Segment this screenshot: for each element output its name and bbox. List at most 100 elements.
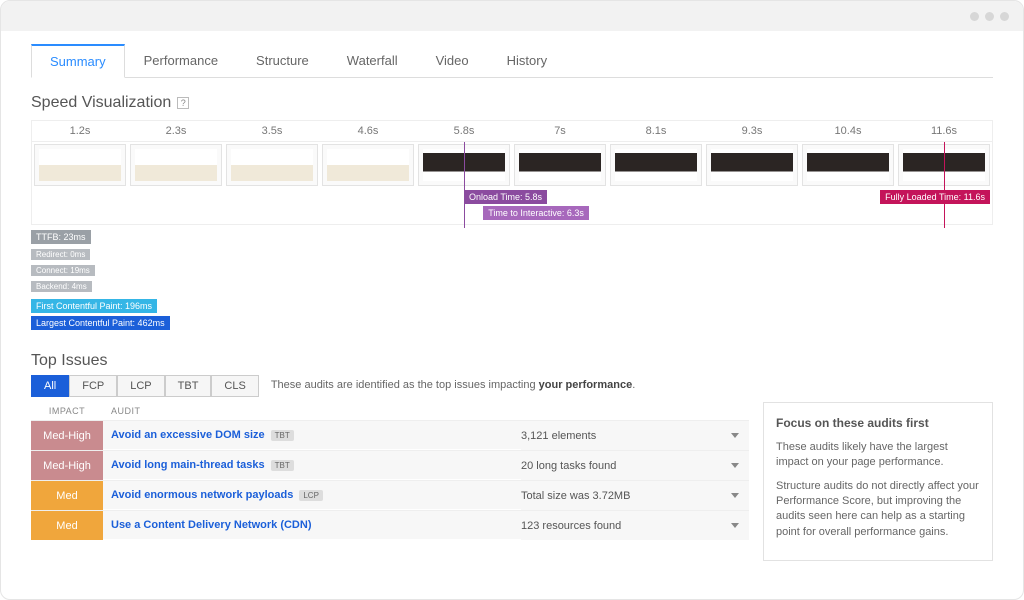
speed-timeline: 1.2s2.3s3.5s4.6s5.8s7s8.1s9.3s10.4s11.6s…	[31, 120, 993, 225]
time-label: 8.1s	[608, 121, 704, 142]
ttfb-badge: TTFB: 23ms	[31, 230, 91, 244]
time-label: 10.4s	[800, 121, 896, 142]
expand-toggle[interactable]	[721, 421, 749, 450]
window-dot	[970, 12, 979, 21]
audit-title: Avoid enormous network payloads	[111, 489, 293, 501]
expand-toggle[interactable]	[721, 481, 749, 510]
chevron-down-icon	[731, 433, 739, 438]
issue-filters: AllFCPLCPTBTCLS These audits are identif…	[31, 378, 993, 392]
onload-marker: Onload Time: 5.8s	[464, 190, 547, 204]
thumbnail-row	[32, 142, 992, 188]
filmstrip-frame[interactable]	[226, 144, 318, 186]
tab-waterfall[interactable]: Waterfall	[328, 44, 417, 78]
impact-badge: Med-High	[31, 421, 103, 450]
audit-title: Avoid long main-thread tasks	[111, 459, 265, 471]
audit-tag: TBT	[271, 430, 294, 441]
marker-area: Onload Time: 5.8s Time to Interactive: 6…	[32, 188, 992, 224]
filter-desc-bold: your performance	[539, 379, 633, 391]
audit-cell: Avoid an excessive DOM size TBT	[103, 421, 521, 450]
time-label: 1.2s	[32, 121, 128, 142]
filter-lcp[interactable]: LCP	[117, 375, 164, 397]
filter-desc-prefix: These audits are identified as the top i…	[271, 379, 539, 391]
onload-marker-line	[464, 142, 465, 228]
issue-row[interactable]: Med-High Avoid long main-thread tasks TBT 2…	[31, 450, 749, 480]
audit-metric: 20 long tasks found	[521, 451, 721, 480]
backend-badge: Backend: 4ms	[31, 281, 92, 292]
issue-row[interactable]: Med-High Avoid an excessive DOM size TBT 3,…	[31, 420, 749, 450]
audit-metric: 123 resources found	[521, 511, 721, 540]
tab-video[interactable]: Video	[417, 44, 488, 78]
section-title-text: Top Issues	[31, 352, 107, 370]
connect-badge: Connect: 19ms	[31, 265, 95, 276]
browser-frame: SummaryPerformanceStructureWaterfallVide…	[0, 0, 1024, 600]
time-label: 4.6s	[320, 121, 416, 142]
tab-structure[interactable]: Structure	[237, 44, 328, 78]
time-label: 3.5s	[224, 121, 320, 142]
filmstrip-frame[interactable]	[34, 144, 126, 186]
redirect-badge: Redirect: 0ms	[31, 249, 90, 260]
filmstrip-frame[interactable]	[610, 144, 702, 186]
audit-cell: Use a Content Delivery Network (CDN)	[103, 511, 521, 540]
chevron-down-icon	[731, 463, 739, 468]
focus-panel-title: Focus on these audits first	[776, 415, 980, 432]
chevron-down-icon	[731, 523, 739, 528]
filmstrip-frame[interactable]	[322, 144, 414, 186]
audit-title: Avoid an excessive DOM size	[111, 429, 265, 441]
expand-toggle[interactable]	[721, 511, 749, 540]
browser-titlebar	[1, 1, 1023, 31]
window-dot	[985, 12, 994, 21]
time-label: 11.6s	[896, 121, 992, 142]
help-icon[interactable]: ?	[177, 97, 189, 109]
tab-history[interactable]: History	[488, 44, 566, 78]
focus-panel-p2: Structure audits do not directly affect …	[776, 479, 980, 541]
tab-summary[interactable]: Summary	[31, 44, 125, 78]
impact-badge: Med-High	[31, 451, 103, 480]
time-label: 9.3s	[704, 121, 800, 142]
filter-fcp[interactable]: FCP	[69, 375, 117, 397]
impact-badge: Med	[31, 511, 103, 540]
time-label: 7s	[512, 121, 608, 142]
audit-title: Use a Content Delivery Network (CDN)	[111, 519, 312, 531]
section-title-text: Speed Visualization	[31, 94, 171, 112]
time-labels-row: 1.2s2.3s3.5s4.6s5.8s7s8.1s9.3s10.4s11.6s	[32, 121, 992, 142]
chevron-down-icon	[731, 493, 739, 498]
filmstrip-frame[interactable]	[514, 144, 606, 186]
issue-row[interactable]: Med Avoid enormous network payloads LCP Tot…	[31, 480, 749, 510]
col-impact: Impact	[31, 406, 103, 416]
issues-header: Impact Audit	[31, 402, 749, 420]
filmstrip-frame[interactable]	[802, 144, 894, 186]
issue-row[interactable]: Med Use a Content Delivery Network (CDN) 1…	[31, 510, 749, 540]
fully-loaded-marker: Fully Loaded Time: 11.6s	[880, 190, 990, 204]
fcp-badge: First Contentful Paint: 196ms	[31, 299, 157, 313]
filmstrip-frame[interactable]	[130, 144, 222, 186]
col-audit: Audit	[103, 406, 749, 416]
filter-cls[interactable]: CLS	[211, 375, 258, 397]
filter-all[interactable]: All	[31, 375, 69, 397]
audit-cell: Avoid enormous network payloads LCP	[103, 481, 521, 510]
time-label: 2.3s	[128, 121, 224, 142]
tab-performance[interactable]: Performance	[125, 44, 237, 78]
audit-cell: Avoid long main-thread tasks TBT	[103, 451, 521, 480]
issues-table: Impact Audit Med-HighAvoid an excessive …	[31, 402, 749, 561]
impact-badge: Med	[31, 481, 103, 510]
content-area: SummaryPerformanceStructureWaterfallVide…	[1, 31, 1023, 600]
focus-panel-p1: These audits likely have the largest imp…	[776, 440, 980, 471]
issues-layout: Impact Audit Med-HighAvoid an excessive …	[31, 402, 993, 561]
speed-vis-title: Speed Visualization ?	[31, 94, 993, 112]
lcp-badge: Largest Contentful Paint: 462ms	[31, 316, 170, 330]
filter-tbt[interactable]: TBT	[165, 375, 212, 397]
tti-marker: Time to Interactive: 6.3s	[483, 206, 589, 220]
timing-badges: TTFB: 23ms Redirect: 0ms Connect: 19ms B…	[31, 229, 993, 332]
report-tabs: SummaryPerformanceStructureWaterfallVide…	[31, 43, 993, 78]
audit-tag: LCP	[299, 490, 323, 501]
audit-metric: 3,121 elements	[521, 421, 721, 450]
fully-loaded-marker-line	[944, 142, 945, 228]
time-label: 5.8s	[416, 121, 512, 142]
filter-description: These audits are identified as the top i…	[271, 379, 635, 391]
top-issues-title: Top Issues	[31, 352, 993, 370]
audit-metric: Total size was 3.72MB	[521, 481, 721, 510]
expand-toggle[interactable]	[721, 451, 749, 480]
audit-tag: TBT	[271, 460, 294, 471]
focus-panel: Focus on these audits first These audits…	[763, 402, 993, 561]
filmstrip-frame[interactable]	[706, 144, 798, 186]
